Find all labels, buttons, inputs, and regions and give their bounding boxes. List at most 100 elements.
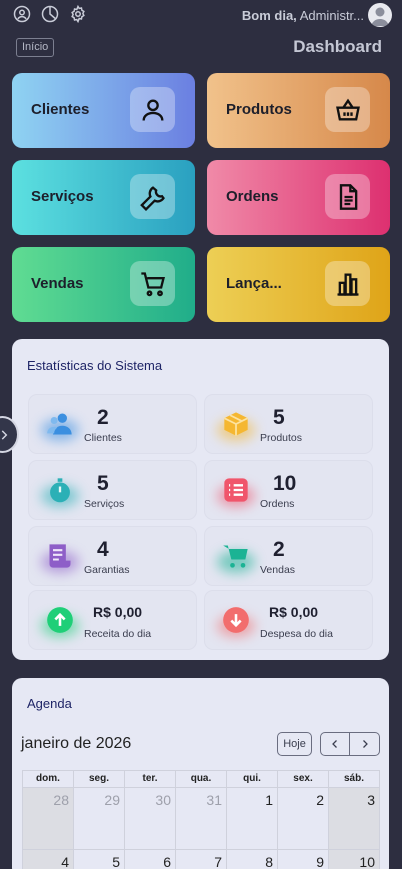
avatar[interactable] bbox=[368, 3, 392, 27]
menu-card-label: Produtos bbox=[226, 101, 292, 118]
greeting-name: Administr... bbox=[299, 8, 364, 23]
weekday-label: sex. bbox=[278, 771, 329, 787]
next-month-button[interactable] bbox=[350, 732, 380, 756]
stat-label: Receita do dia bbox=[84, 628, 152, 640]
stat-produtos: 5 Produtos bbox=[205, 395, 372, 453]
stat-value: 2 bbox=[273, 538, 285, 561]
agenda-panel: Agenda janeiro de 2026 Hoje dom. seg. te… bbox=[12, 678, 389, 869]
receipt-icon bbox=[46, 542, 74, 570]
calendar-day[interactable]: 31 bbox=[176, 788, 227, 849]
stopwatch-icon bbox=[46, 476, 74, 504]
stat-ordens: 10 Ordens bbox=[205, 461, 372, 519]
day-number: 10 bbox=[359, 854, 375, 869]
day-number: 5 bbox=[112, 854, 120, 869]
weekday-label: qui. bbox=[227, 771, 278, 787]
breadcrumb[interactable]: Início bbox=[16, 38, 55, 57]
box-icon bbox=[222, 410, 250, 438]
stat-value: 5 bbox=[273, 406, 285, 429]
menu-card-clientes[interactable]: Clientes bbox=[12, 73, 195, 148]
stat-servicos: 5 Serviços bbox=[29, 461, 196, 519]
agenda-title: Agenda bbox=[27, 696, 72, 711]
day-number: 4 bbox=[61, 854, 69, 869]
day-number: 31 bbox=[206, 792, 222, 808]
user-icon bbox=[130, 87, 175, 132]
today-button[interactable]: Hoje bbox=[277, 732, 312, 756]
calendar-day[interactable]: 28 bbox=[23, 788, 74, 849]
calendar-day[interactable]: 9 bbox=[278, 850, 329, 869]
chevron-right-icon bbox=[1, 429, 8, 440]
stat-garantias: 4 Garantias bbox=[29, 527, 196, 585]
day-number: 30 bbox=[155, 792, 171, 808]
menu-card-produtos[interactable]: Produtos bbox=[207, 73, 390, 148]
greeting-prefix: Bom dia, bbox=[241, 8, 297, 23]
stat-label: Clientes bbox=[84, 432, 122, 444]
stat-despesa: R$ 0,00 Despesa do dia bbox=[205, 591, 372, 649]
basket-icon bbox=[325, 87, 370, 132]
stat-label: Despesa do dia bbox=[260, 628, 333, 640]
calendar-day[interactable]: 4 bbox=[23, 850, 74, 869]
stat-clientes: 2 Clientes bbox=[29, 395, 196, 453]
stat-label: Vendas bbox=[260, 564, 296, 576]
stat-value: 2 bbox=[97, 406, 109, 429]
calendar-day[interactable]: 29 bbox=[74, 788, 125, 849]
day-number: 2 bbox=[316, 792, 324, 808]
day-number: 7 bbox=[214, 854, 222, 869]
weekday-label: qua. bbox=[176, 771, 227, 787]
stat-label: Ordens bbox=[260, 498, 295, 510]
day-number: 3 bbox=[367, 792, 375, 808]
calendar-day[interactable]: 30 bbox=[125, 788, 176, 849]
calendar-day[interactable]: 5 bbox=[74, 850, 125, 869]
day-number: 1 bbox=[265, 792, 273, 808]
calendar-week: 28 29 30 31 1 2 3 bbox=[22, 788, 380, 850]
menu-card-lancamentos[interactable]: Lança... bbox=[207, 247, 390, 322]
day-number: 8 bbox=[265, 854, 273, 869]
day-number: 9 bbox=[316, 854, 324, 869]
day-number: 28 bbox=[53, 792, 69, 808]
day-number: 6 bbox=[163, 854, 171, 869]
stat-label: Garantias bbox=[84, 564, 130, 576]
day-number: 29 bbox=[104, 792, 120, 808]
chevron-left-icon bbox=[332, 740, 337, 748]
menu-card-vendas[interactable]: Vendas bbox=[12, 247, 195, 322]
stat-value: 4 bbox=[97, 538, 109, 561]
stat-vendas: 2 Vendas bbox=[205, 527, 372, 585]
menu-card-servicos[interactable]: Serviços bbox=[12, 160, 195, 235]
greeting: Bom dia, Administr... bbox=[242, 8, 364, 23]
calendar-day[interactable]: 6 bbox=[125, 850, 176, 869]
calendar-day[interactable]: 8 bbox=[227, 850, 278, 869]
document-icon bbox=[325, 174, 370, 219]
arrow-down-circle-icon bbox=[222, 606, 250, 634]
menu-card-ordens[interactable]: Ordens bbox=[207, 160, 390, 235]
cart-icon bbox=[222, 542, 250, 570]
stat-value: R$ 0,00 bbox=[269, 604, 319, 620]
wrench-icon bbox=[130, 174, 175, 219]
users-icon bbox=[46, 410, 74, 438]
calendar-day[interactable]: 10 bbox=[329, 850, 380, 869]
prev-month-button[interactable] bbox=[320, 732, 350, 756]
calendar-week: 4 5 6 7 8 9 10 bbox=[22, 850, 380, 869]
stat-receita: R$ 0,00 Receita do dia bbox=[29, 591, 196, 649]
arrow-up-circle-icon bbox=[46, 606, 74, 634]
gear-icon[interactable] bbox=[69, 4, 87, 24]
chevron-right-icon bbox=[362, 740, 368, 748]
stat-label: Serviços bbox=[84, 498, 125, 510]
calendar-day[interactable]: 2 bbox=[278, 788, 329, 849]
cart-icon bbox=[130, 261, 175, 306]
calendar-day[interactable]: 1 bbox=[227, 788, 278, 849]
calendar-day[interactable]: 7 bbox=[176, 850, 227, 869]
calendar-grid: dom. seg. ter. qua. qui. sex. sáb. 28 29… bbox=[22, 770, 380, 869]
weekday-label: dom. bbox=[23, 771, 74, 787]
menu-card-label: Lança... bbox=[226, 275, 282, 292]
menu-card-label: Vendas bbox=[31, 275, 84, 292]
pie-chart-icon[interactable] bbox=[41, 5, 59, 23]
user-circle-icon[interactable] bbox=[13, 5, 31, 23]
stat-value: 5 bbox=[97, 472, 109, 495]
page-title: Dashboard bbox=[293, 37, 382, 56]
calendar-day[interactable]: 3 bbox=[329, 788, 380, 849]
menu-card-label: Serviços bbox=[31, 188, 94, 205]
weekday-label: seg. bbox=[74, 771, 125, 787]
calendar-header: dom. seg. ter. qua. qui. sex. sáb. bbox=[22, 770, 380, 788]
weekday-label: ter. bbox=[125, 771, 176, 787]
top-bar: Bom dia, Administr... bbox=[0, 0, 402, 32]
menu-card-label: Ordens bbox=[226, 188, 279, 205]
